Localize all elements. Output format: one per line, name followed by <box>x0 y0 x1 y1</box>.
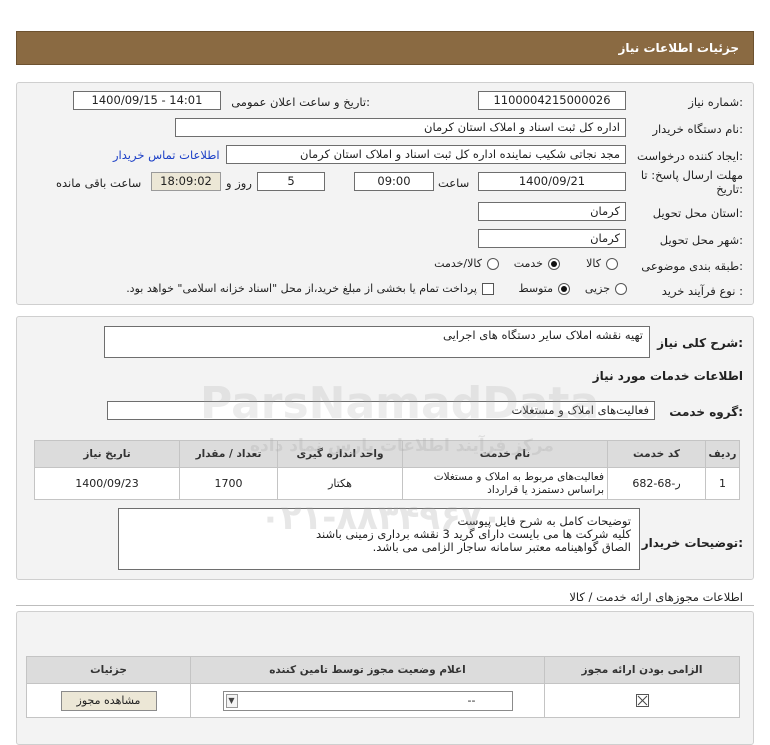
service-radio[interactable] <box>548 257 560 270</box>
services-table: ردیف کد خدمت نام خدمت واحد اندازه گیری ت… <box>34 440 740 500</box>
buyer-org-label: نام دستگاه خریدار: <box>652 122 743 136</box>
goods-service-radio[interactable] <box>487 257 499 270</box>
goods-radio[interactable] <box>606 257 618 270</box>
col-unit: واحد اندازه گیری <box>277 440 403 468</box>
need-number-label: شماره نیاز: <box>688 95 743 109</box>
announce-datetime-field: 1400/09/15 - 14:01 <box>73 91 221 110</box>
col-permit-details: جزئیات <box>26 656 191 684</box>
requester-field: مجد نجاتی شکیب نماینده اداره کل ثبت اسنا… <box>226 145 626 164</box>
category-option-goods[interactable]: کالا <box>586 257 618 270</box>
deadline-time-field: 09:00 <box>354 172 434 191</box>
category-label: طبقه بندی موضوعی: <box>641 259 743 273</box>
page-header: جزئیات اطلاعات نیاز <box>16 31 754 65</box>
deadline-date-field: 1400/09/21 <box>478 172 626 191</box>
buyer-org-field: اداره کل ثبت اسناد و املاک استان کرمان <box>175 118 626 137</box>
view-permit-button[interactable]: مشاهده مجوز <box>60 690 157 711</box>
permits-divider <box>16 605 754 606</box>
cell-unit: هکتار <box>277 467 403 500</box>
cell-row: 1 <box>705 467 740 500</box>
permits-table: الزامی بودن ارائه مجوز اعلام وضعیت مجوز … <box>26 656 740 718</box>
buyer-note-line: الصاق گواهینامه معتبر سامانه ساجار الزام… <box>372 540 631 554</box>
col-row: ردیف <box>705 440 740 468</box>
deadline-date-sublabel: تاریخ: <box>716 182 743 196</box>
process-option-minor[interactable]: جزیی <box>585 282 627 295</box>
announce-datetime-label: تاریخ و ساعت اعلان عمومی: <box>231 95 370 109</box>
requester-label: ایجاد کننده درخواست: <box>637 149 743 163</box>
buyer-notes-box: توضیحات کامل به شرح فایل پیوست کلیه شرکت… <box>118 508 640 570</box>
remaining-time-field: 18:09:02 <box>151 172 221 191</box>
cell-service-name: فعالیت‌های مربوط به املاک و مستغلات براس… <box>402 467 608 500</box>
permits-title: اطلاعات مجوزهای ارائه خدمت / کالا <box>569 590 743 604</box>
permit-required-checkbox <box>635 694 649 708</box>
treasury-checkbox[interactable] <box>482 282 494 295</box>
buyer-notes-label: توضیحات خریدار: <box>641 536 743 550</box>
deadline-label: مهلت ارسال پاسخ: تا <box>640 168 743 182</box>
col-permit-required: الزامی بودن ارائه مجوز <box>544 656 740 684</box>
chevron-down-icon[interactable]: ▼ <box>225 693 238 708</box>
category-option-service[interactable]: خدمت <box>514 257 560 270</box>
buyer-contact-link[interactable]: اطلاعات تماس خریدار <box>113 148 220 162</box>
remaining-days-field: 5 <box>257 172 325 191</box>
need-number-field: 1100004215000026 <box>478 91 626 110</box>
remaining-days-label: روز و <box>226 176 252 190</box>
process-type-label: نوع فرآیند خرید : <box>661 284 743 298</box>
general-description-box: تهیه نقشه املاک سایر دستگاه های اجرایی <box>104 326 650 358</box>
table-row: ▼ -- مشاهده مجوز <box>26 683 740 718</box>
service-group-label: گروه خدمت: <box>669 405 743 419</box>
cell-service-code: ر-68-682 <box>607 467 706 500</box>
general-description-label: شرح کلی نیاز: <box>657 336 743 350</box>
city-label: شهر محل تحویل: <box>659 233 743 247</box>
col-permit-status: اعلام وضعیت مجوز توسط تامین کننده <box>190 656 545 684</box>
remaining-time-label: ساعت باقی مانده <box>56 176 142 190</box>
payment-treasury-option[interactable]: پرداخت تمام یا بخشی از مبلغ خرید،از محل … <box>126 282 494 295</box>
cell-quantity: 1700 <box>179 467 278 500</box>
deadline-time-label: ساعت <box>438 176 470 190</box>
province-field: کرمان <box>478 202 626 221</box>
col-need-date: تاریخ نیاز <box>34 440 180 468</box>
medium-radio[interactable] <box>558 282 570 295</box>
service-group-field: فعالیت‌های املاک و مستغلات <box>107 401 655 420</box>
city-field: کرمان <box>478 229 626 248</box>
col-quantity: تعداد / مقدار <box>179 440 278 468</box>
permit-status-dropdown[interactable]: ▼ -- <box>222 690 513 711</box>
category-option-goods-service[interactable]: کالا/خدمت <box>434 257 499 270</box>
permit-status-value: -- <box>467 693 476 707</box>
process-option-medium[interactable]: متوسط <box>518 282 570 295</box>
page-title: جزئیات اطلاعات نیاز <box>618 41 739 55</box>
province-label: استان محل تحویل: <box>652 206 743 220</box>
cell-need-date: 1400/09/23 <box>34 467 180 500</box>
services-info-title: اطلاعات خدمات مورد نیاز <box>592 369 743 383</box>
minor-radio[interactable] <box>615 282 627 295</box>
general-description-text: تهیه نقشه املاک سایر دستگاه های اجرایی <box>442 328 643 342</box>
permits-table-wrap: الزامی بودن ارائه مجوز اعلام وضعیت مجوز … <box>26 656 740 718</box>
services-table-wrap: ردیف کد خدمت نام خدمت واحد اندازه گیری ت… <box>34 440 740 500</box>
col-service-name: نام خدمت <box>402 440 608 468</box>
col-service-code: کد خدمت <box>607 440 706 468</box>
table-row: 1 ر-68-682 فعالیت‌های مربوط به املاک و م… <box>34 467 740 500</box>
